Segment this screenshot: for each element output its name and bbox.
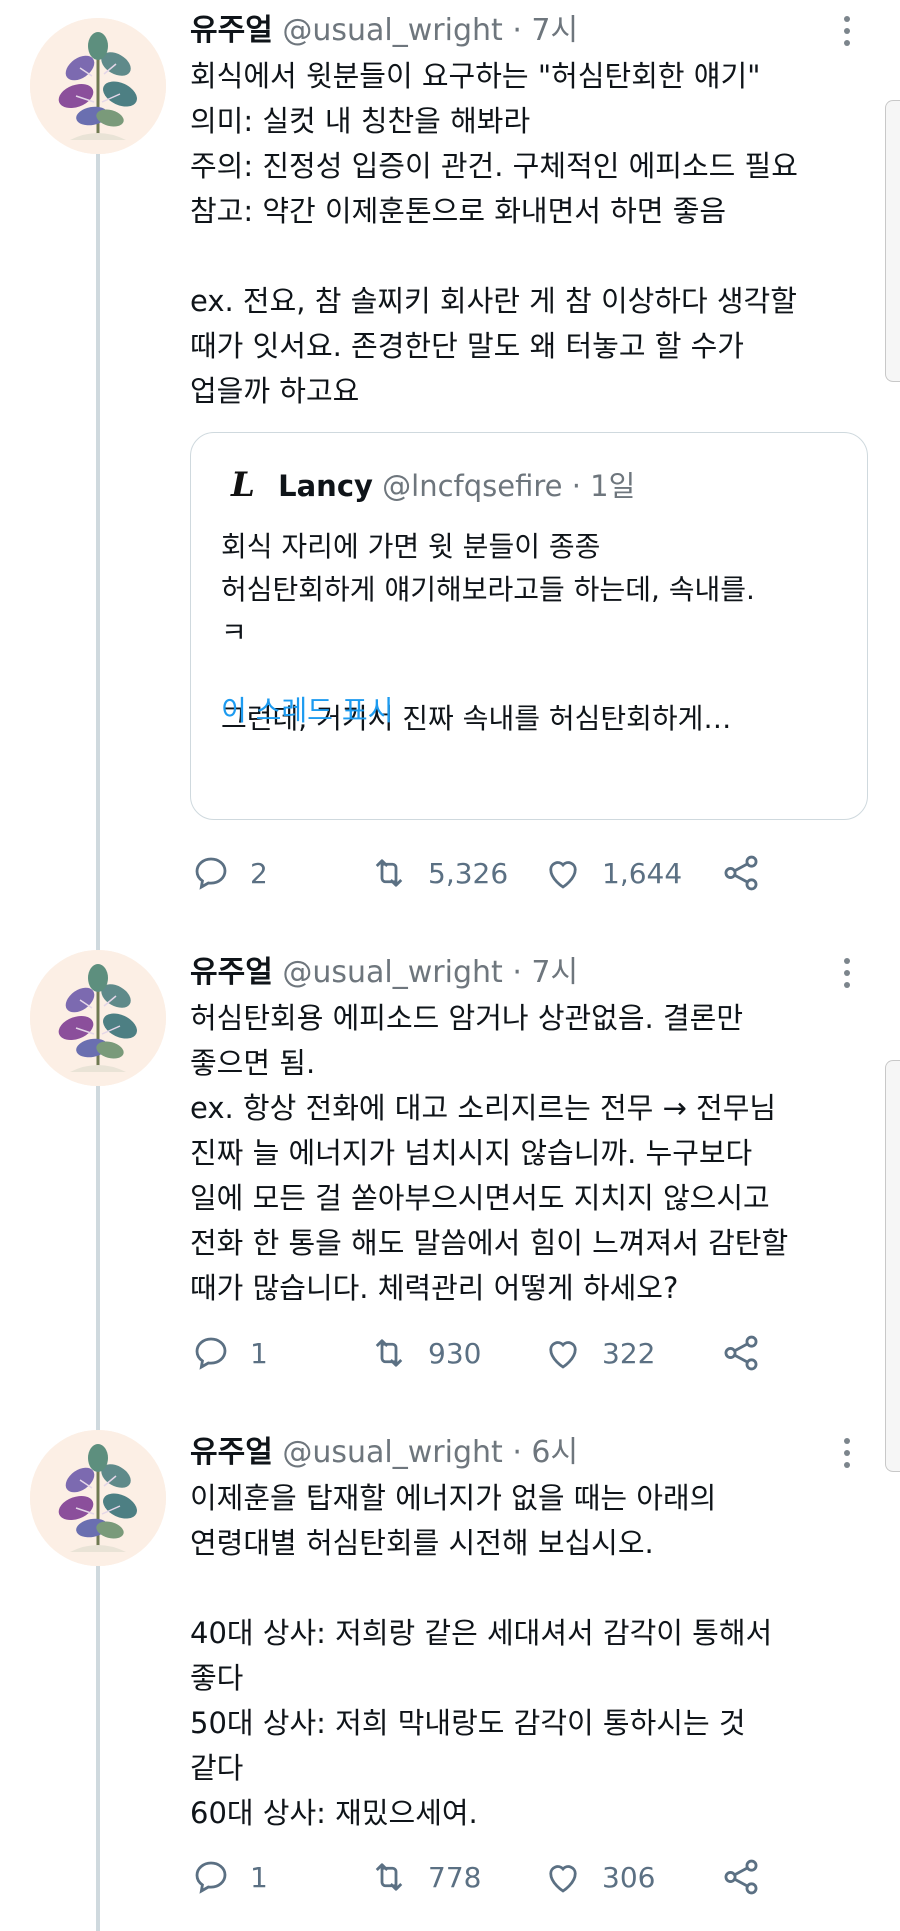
retweet-icon [375,1339,403,1367]
avatar[interactable] [30,1430,166,1566]
more-icon[interactable] [844,16,850,50]
like-button[interactable]: 306 [542,1852,655,1902]
author-handle[interactable]: @usual_wright [282,955,502,990]
more-icon[interactable] [844,1438,850,1472]
tweet-actions: 1 930 322 [190,1328,790,1378]
reply-button[interactable]: 1 [190,1852,268,1902]
quoted-avatar: L [231,465,255,505]
retweet-button[interactable]: 930 [368,1328,481,1378]
share-button[interactable] [720,1328,780,1378]
heart-icon [549,1865,577,1893]
reply-count: 1 [250,1336,268,1370]
quoted-tweet-time: · 1일 [571,469,636,503]
quoted-tweet-header: L Lancy @lncfqsefire · 1일 [231,463,635,507]
author-handle[interactable]: @usual_wright [282,1435,502,1470]
retweet-count: 5,326 [428,856,509,890]
tweet-text: 이제훈을 탑재할 에너지가 없을 때는 아래의 연령대별 허심탄회를 시전해 보… [190,1481,773,1830]
avatar[interactable] [30,18,166,154]
tweet-header: 유주얼 @usual_wright · 7시 [190,8,900,54]
reply-count: 1 [250,1860,268,1894]
author-name[interactable]: 유주얼 [190,955,273,990]
more-icon[interactable] [844,958,850,992]
retweet-count: 930 [428,1336,482,1370]
reply-count: 2 [250,856,268,890]
retweet-icon [375,859,403,887]
retweet-icon [375,1863,403,1891]
like-count: 322 [602,1336,656,1370]
reply-icon [195,857,227,890]
like-count: 1,644 [602,856,683,890]
tweet-text: 허심탄회용 에피소드 암거나 상관없음. 결론만 좋으면 됨. ex. 항상 전… [190,1001,789,1305]
tweet-header: 유주얼 @usual_wright · 7시 [190,950,900,996]
share-icon [724,1335,758,1371]
reply-icon [195,1337,227,1370]
tweet-time[interactable]: · 7시 [512,13,578,48]
retweet-count: 778 [428,1860,482,1894]
quoted-author-handle: @lncfqsefire [382,469,563,503]
tweet-time[interactable]: · 7시 [512,955,578,990]
reply-button[interactable]: 1 [190,1328,268,1378]
scrollbar-thumb-lower[interactable] [885,1060,900,1472]
author-name[interactable]: 유주얼 [190,13,273,48]
tweet-actions: 1 778 306 [190,1852,790,1902]
heart-icon [549,1341,577,1369]
show-thread-link[interactable]: 이 스레드 표시 [221,689,393,733]
share-button[interactable] [720,1852,780,1902]
reply-icon [195,1861,227,1894]
share-icon [724,1859,758,1895]
author-name[interactable]: 유주얼 [190,1435,273,1470]
share-button[interactable] [720,848,780,898]
like-button[interactable]: 1,644 [542,848,682,898]
like-button[interactable]: 322 [542,1328,655,1378]
tweet-actions: 2 5,326 1,644 [190,848,790,898]
quoted-tweet[interactable]: L Lancy @lncfqsefire · 1일 회식 자리에 가면 윗 분들… [190,432,868,820]
author-handle[interactable]: @usual_wright [282,13,502,48]
tweet-header: 유주얼 @usual_wright · 6시 [190,1430,900,1476]
tweet-text: 회식에서 윗분들이 요구하는 "허심탄회한 얘기" 의미: 실컷 내 칭찬을 해… [190,59,798,408]
like-count: 306 [602,1860,656,1894]
reply-button[interactable]: 2 [190,848,268,898]
quoted-author-name: Lancy [278,469,373,503]
avatar[interactable] [30,950,166,1086]
scrollbar-thumb-upper[interactable] [885,100,900,382]
share-icon [724,855,758,891]
retweet-button[interactable]: 778 [368,1852,481,1902]
tweet-time[interactable]: · 6시 [512,1435,578,1470]
retweet-button[interactable]: 5,326 [368,848,508,898]
heart-icon [549,861,577,889]
